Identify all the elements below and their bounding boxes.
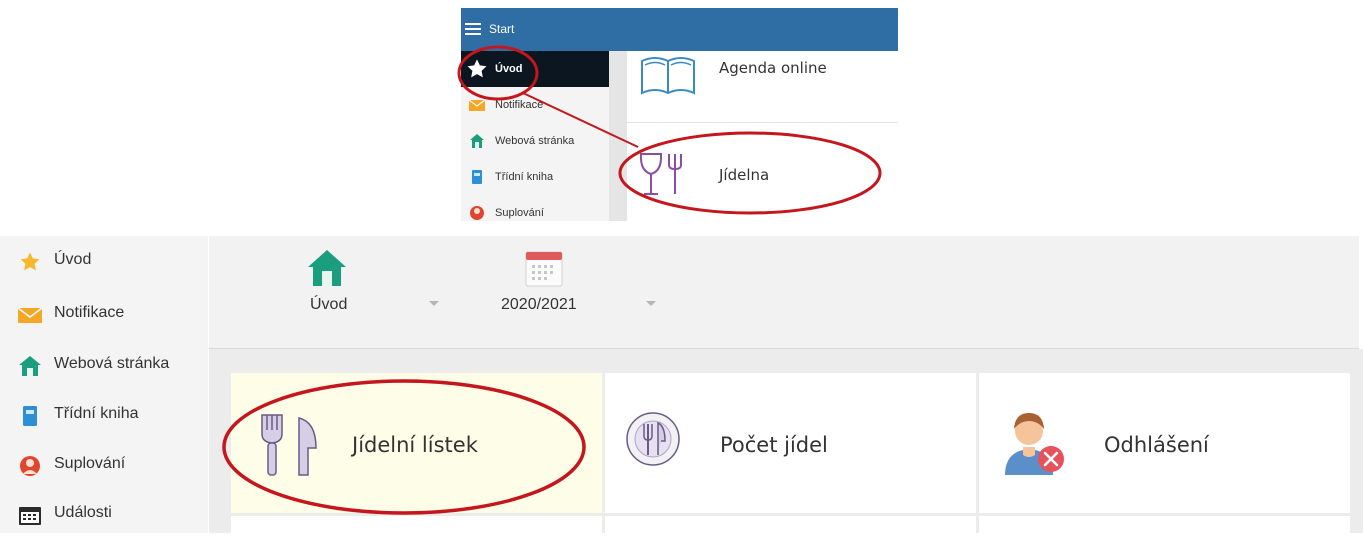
bottom-screenshot: Úvod Notifikace Webová stránka Třídní kn… — [0, 236, 1363, 536]
sidebar-item-notifikace[interactable]: Notifikace — [0, 289, 208, 339]
sidebar-item-uvod[interactable]: Úvod — [0, 236, 208, 286]
envelope-icon — [469, 99, 485, 111]
tile-label: Jídelna — [719, 166, 770, 184]
selector-label: 2020/2021 — [501, 296, 577, 313]
sidebar-item-webova-stranka[interactable]: Webová stránka — [0, 340, 208, 390]
selector-label: Úvod — [310, 296, 348, 313]
sidebar: Úvod Notifikace Webová stránka Třídní kn… — [461, 51, 609, 221]
utensils-icon — [261, 414, 317, 476]
open-book-icon — [641, 57, 695, 95]
sidebar-item-udalosti[interactable]: Události — [0, 489, 208, 539]
home-icon — [470, 134, 484, 148]
calendar-icon — [19, 507, 41, 525]
sidebar-item-label: Notifikace — [495, 99, 544, 111]
calendar-icon — [525, 251, 563, 287]
chevron-down-icon[interactable] — [429, 301, 439, 306]
star-icon — [20, 252, 40, 271]
sidebar-item-label: Suplování — [54, 455, 126, 472]
plate-cutlery-icon — [626, 412, 680, 466]
sidebar-item-label: Třídní kniha — [495, 171, 554, 183]
sidebar-item-label: Úvod — [495, 63, 523, 75]
tile-jidelna[interactable]: Jídelna — [627, 123, 898, 221]
glass-fork-icon — [639, 153, 682, 195]
envelope-icon — [18, 307, 42, 323]
sidebar-item-suplovani[interactable]: Suplování — [461, 195, 609, 221]
book-icon — [23, 406, 37, 426]
tile-partial — [231, 516, 602, 536]
tile-label: Jídelní lístek — [352, 433, 478, 457]
tile-agenda-online[interactable]: Agenda online — [627, 51, 898, 122]
sidebar-item-suplovani[interactable]: Suplování — [0, 440, 208, 490]
book-icon — [472, 170, 482, 184]
sidebar-item-label: Notifikace — [54, 304, 125, 321]
top-inset-screenshot: Start Úvod Notifikace Webová stránka Tří… — [461, 8, 898, 221]
sidebar-item-tridni-kniha[interactable]: Třídní kniha — [0, 390, 208, 440]
sidebar-item-label: Suplování — [495, 207, 544, 219]
person-icon — [470, 206, 484, 220]
chevron-down-icon[interactable] — [646, 301, 656, 306]
sidebar-item-webova-stranka[interactable]: Webová stránka — [461, 123, 609, 159]
top-toolbar: Úvod 2020/2021 — [209, 236, 1359, 349]
user-cancel-icon — [1005, 413, 1064, 475]
sidebar-item-label: Události — [54, 504, 112, 521]
sidebar-item-tridni-kniha[interactable]: Třídní kniha — [461, 159, 609, 195]
sidebar-item-label: Úvod — [54, 251, 92, 268]
app-header: Start — [461, 8, 898, 51]
sidebar-item-notifikace[interactable]: Notifikace — [461, 87, 609, 123]
tile-odhlaseni[interactable]: Odhlášení — [979, 373, 1350, 513]
tile-jidelni-listek[interactable]: Jídelní lístek — [231, 373, 602, 513]
person-icon — [20, 456, 40, 476]
sidebar-item-label: Webová stránka — [54, 355, 170, 372]
sidebar-item-label: Třídní kniha — [54, 405, 139, 422]
tile-pocet-jidel[interactable]: Počet jídel — [605, 373, 976, 513]
tile-label: Odhlášení — [1104, 433, 1209, 457]
tile-partial — [605, 516, 976, 536]
tile-area: Jídelní lístek Počet jídel Odhlášení — [209, 349, 1363, 536]
hamburger-menu-icon[interactable] — [465, 23, 481, 35]
tile-area: Agenda online Jídelna — [609, 51, 898, 221]
tile-partial — [979, 516, 1350, 536]
tile-label: Agenda online — [719, 59, 827, 77]
star-icon — [467, 59, 487, 78]
tile-label: Počet jídel — [720, 433, 828, 457]
sidebar: Úvod Notifikace Webová stránka Třídní kn… — [0, 236, 208, 533]
home-icon — [19, 356, 41, 376]
sidebar-item-uvod[interactable]: Úvod — [461, 51, 609, 87]
sidebar-item-label: Webová stránka — [495, 135, 575, 147]
home-icon — [308, 250, 346, 286]
header-title: Start — [489, 22, 515, 36]
